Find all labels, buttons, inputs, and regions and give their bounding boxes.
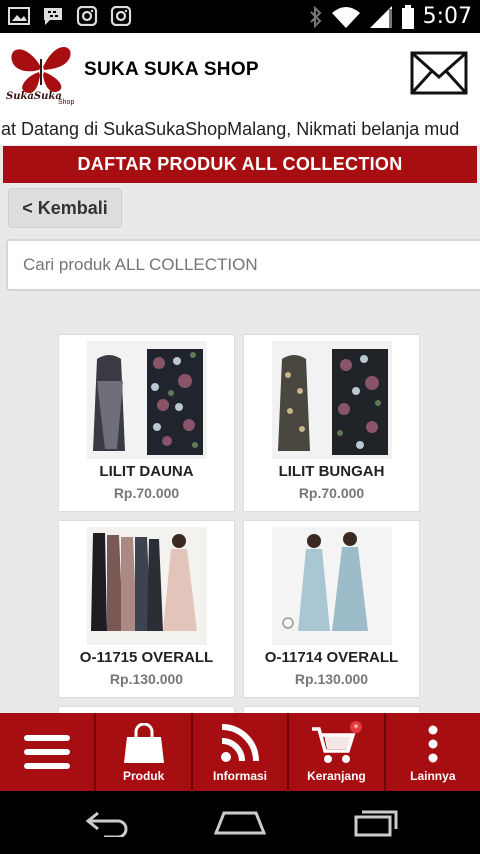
- system-nav-bar: [0, 791, 480, 854]
- shopping-bag-icon: [123, 723, 164, 763]
- nav-menu[interactable]: [0, 713, 97, 791]
- product-name: LILIT BUNGAH: [278, 463, 385, 480]
- home-icon[interactable]: [214, 809, 266, 837]
- bluetooth-icon: [309, 5, 322, 28]
- wifi-icon: [331, 6, 360, 28]
- nav-label: Lainnya: [410, 769, 456, 783]
- product-card[interactable]: LILIT BUNGAH Rp.70.000: [243, 334, 420, 512]
- recent-apps-icon[interactable]: [352, 809, 400, 837]
- product-name: O-11715 OVERALL: [79, 649, 214, 666]
- search-input[interactable]: [6, 239, 480, 291]
- cart-badge: *: [354, 723, 359, 734]
- clock: 5:07: [422, 4, 472, 29]
- bottom-nav: Produk Informasi * Keranjang Lainnya: [0, 713, 480, 791]
- product-card[interactable]: O-11714 OVERALL Rp.130.000: [243, 520, 420, 698]
- logo-text: SukaSuka: [6, 91, 62, 102]
- nav-produk[interactable]: Produk: [96, 713, 193, 791]
- battery-icon: [401, 4, 414, 29]
- more-vertical-icon: [428, 725, 438, 763]
- nav-informasi[interactable]: Informasi: [193, 713, 290, 791]
- nav-label: Produk: [122, 769, 165, 783]
- instagram-icon: [110, 6, 132, 26]
- product-price: Rp.130.000: [109, 671, 184, 687]
- section-title: DAFTAR PRODUK ALL COLLECTION: [3, 146, 477, 183]
- gallery-icon: [8, 7, 30, 25]
- nav-lainnya[interactable]: Lainnya: [386, 713, 480, 791]
- product-image[interactable]: [272, 341, 392, 459]
- signal-icon: [369, 5, 392, 28]
- logo-subtext: Shop: [58, 99, 75, 106]
- product-price: Rp.130.000: [294, 671, 369, 687]
- marquee-text: hat Datang di SukaSukaShopMalang, Nikmat…: [0, 119, 460, 139]
- instagram-icon: [76, 6, 98, 26]
- product-price: Rp.70.000: [298, 485, 365, 501]
- product-image[interactable]: [272, 527, 392, 645]
- bbm-icon: [44, 8, 62, 25]
- product-name: O-11714 OVERALL: [264, 649, 399, 666]
- shop-title: SUKA SUKA SHOP: [84, 59, 259, 80]
- back-icon[interactable]: [84, 809, 132, 837]
- back-button[interactable]: < Kembali: [8, 188, 122, 228]
- product-image[interactable]: [87, 341, 207, 459]
- welcome-marquee: hat Datang di SukaSukaShopMalang, Nikmat…: [0, 115, 480, 145]
- product-price: Rp.70.000: [113, 485, 180, 501]
- product-card[interactable]: LILIT DAUNA Rp.70.000: [58, 334, 235, 512]
- nav-label: Informasi: [213, 769, 268, 783]
- app-header: SukaSuka Shop SUKA SUKA SHOP: [0, 33, 480, 115]
- cart-icon: *: [312, 721, 363, 763]
- product-image[interactable]: [87, 527, 207, 645]
- mail-icon[interactable]: [410, 51, 468, 95]
- rss-icon: [221, 724, 260, 762]
- product-card[interactable]: O-11715 OVERALL Rp.130.000: [58, 520, 235, 698]
- nav-label: Keranjang: [307, 769, 366, 783]
- nav-keranjang[interactable]: * Keranjang: [289, 713, 386, 791]
- product-name: LILIT DAUNA: [99, 463, 194, 480]
- menu-icon: [24, 735, 71, 769]
- status-bar: 5:07: [0, 0, 480, 33]
